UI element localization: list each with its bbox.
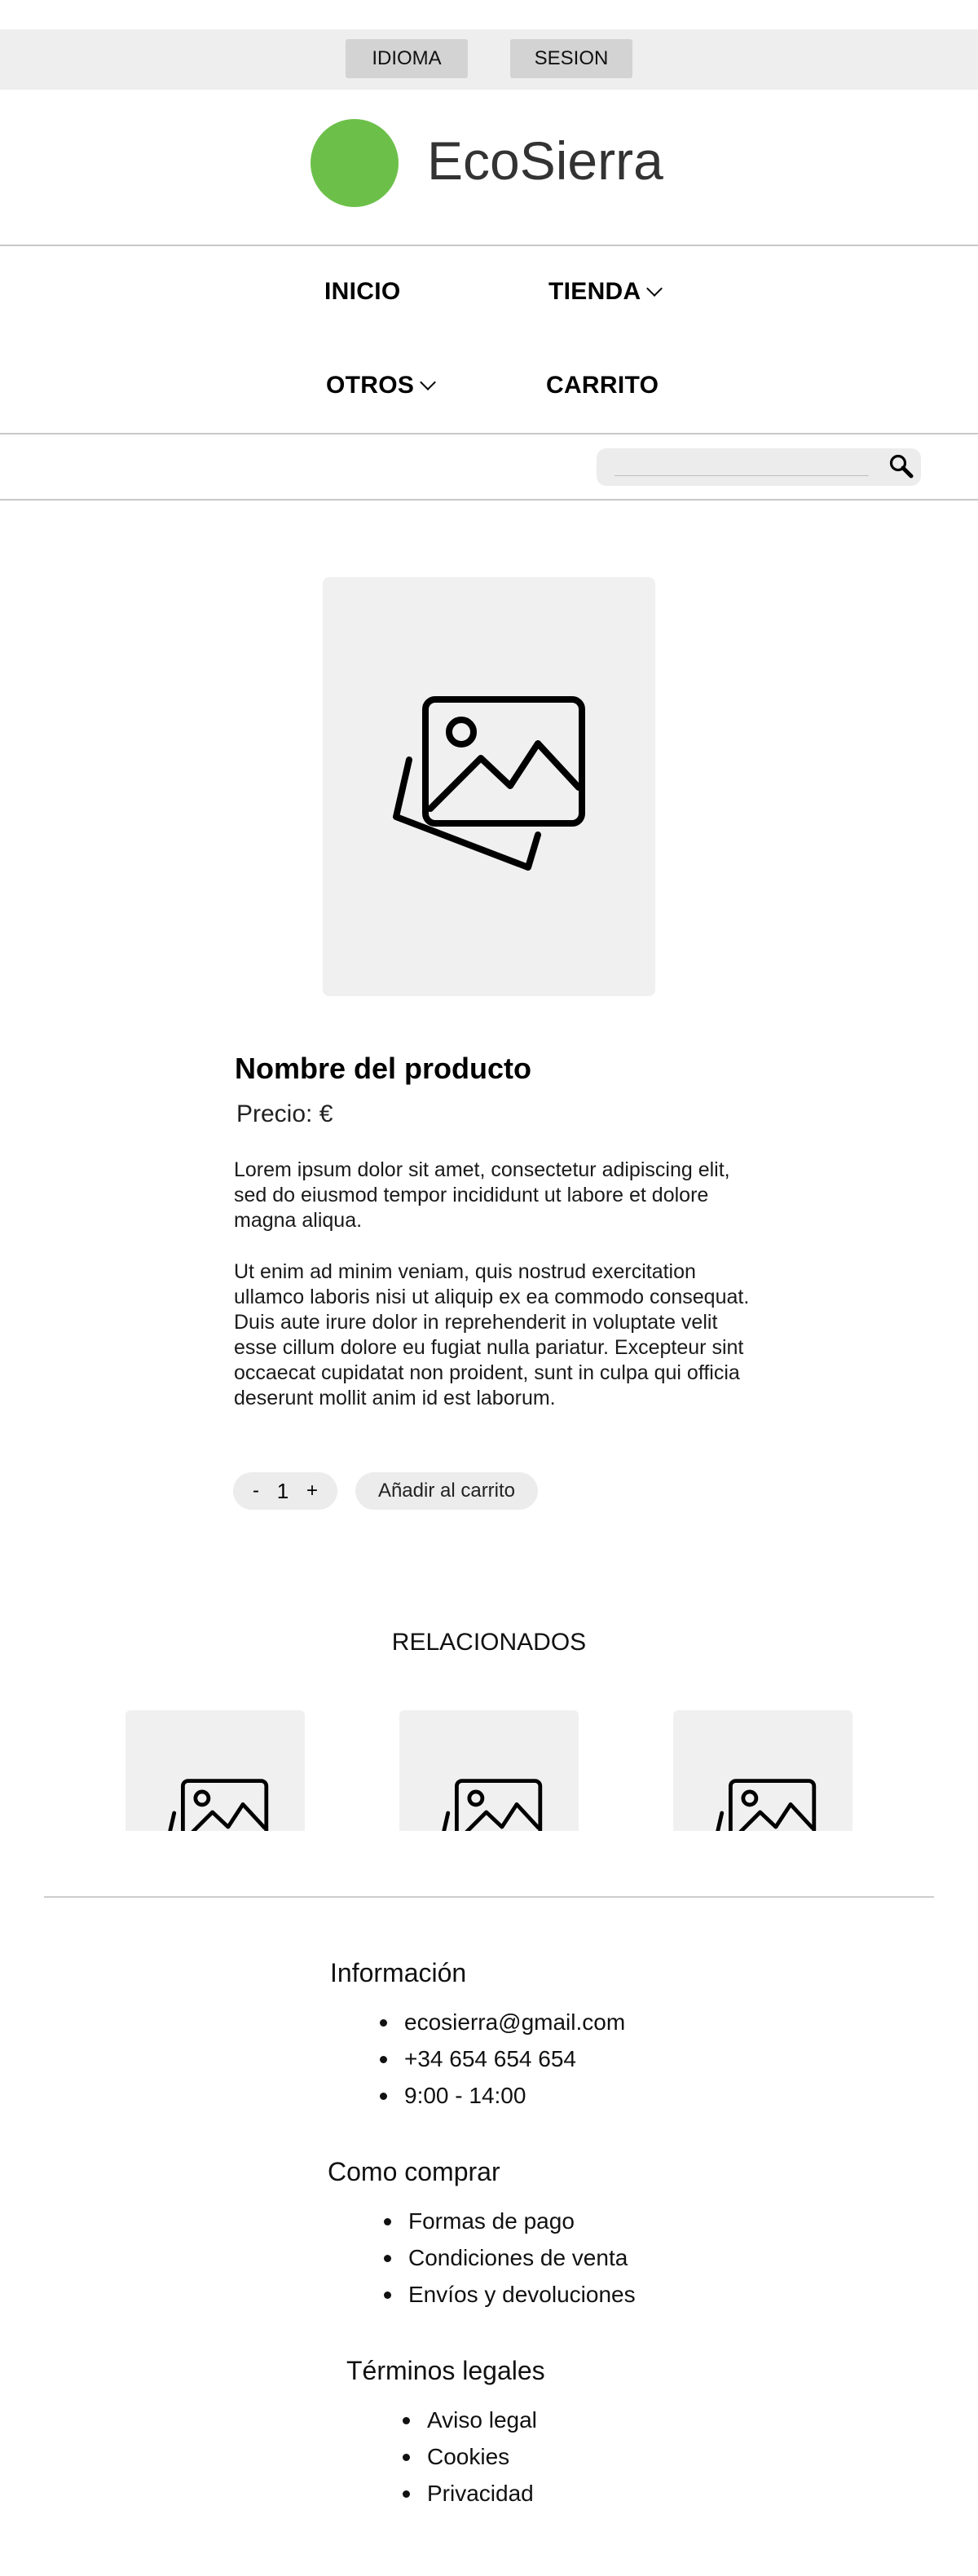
nav-inicio[interactable]: INICIO <box>324 274 400 310</box>
footer-hours: 9:00 - 14:00 <box>375 2077 625 2114</box>
footer-info-list: ecosierra@gmail.com +34 654 654 654 9:00… <box>375 2004 625 2114</box>
nav-otros-label: OTROS <box>326 372 415 399</box>
related-product-card[interactable] <box>673 1710 852 1831</box>
product-description-1: Lorem ipsum dolor sit amet, consectetur … <box>234 1158 730 1232</box>
product-price: Precio: € <box>236 1101 333 1127</box>
decrement-button[interactable]: - <box>253 1480 259 1502</box>
product-name: Nombre del producto <box>235 1052 532 1085</box>
image-placeholder-icon <box>168 1779 269 1831</box>
footer-link-payment[interactable]: Formas de pago <box>379 2203 636 2239</box>
chevron-down-icon <box>420 374 437 390</box>
footer-legal-list: Aviso legal Cookies Privacidad <box>398 2402 537 2512</box>
related-product-card[interactable] <box>126 1710 305 1831</box>
footer-link-legal-notice[interactable]: Aviso legal <box>398 2402 537 2438</box>
search-input[interactable] <box>615 457 869 476</box>
nav-tienda[interactable]: TIENDA <box>548 274 663 310</box>
footer-email[interactable]: ecosierra@gmail.com <box>375 2004 625 2040</box>
nav-inicio-label: INICIO <box>324 278 401 305</box>
brand-name[interactable]: EcoSierra <box>427 124 663 197</box>
related-product-card[interactable] <box>399 1710 579 1831</box>
footer-link-conditions[interactable]: Condiciones de venta <box>379 2239 636 2276</box>
logo[interactable] <box>311 119 399 207</box>
image-placeholder-icon <box>442 1779 543 1831</box>
language-button[interactable]: IDIOMA <box>346 39 468 78</box>
nav-otros[interactable]: OTROS <box>326 368 437 404</box>
nav-tienda-label: TIENDA <box>548 278 641 305</box>
search-icon[interactable] <box>887 452 916 481</box>
top-bar <box>0 29 978 90</box>
increment-button[interactable]: + <box>306 1480 318 1502</box>
chevron-down-icon <box>646 280 663 297</box>
product-description-2: Ut enim ad minim veniam, quis nostrud ex… <box>234 1260 750 1409</box>
footer-link-cookies[interactable]: Cookies <box>398 2438 537 2475</box>
session-button[interactable]: SESION <box>510 39 632 78</box>
footer-divider <box>44 1896 934 1898</box>
footer-link-shipping[interactable]: Envíos y devoluciones <box>379 2276 636 2313</box>
quantity-stepper: - 1 + <box>233 1472 337 1510</box>
header-divider <box>0 245 978 246</box>
product-image <box>323 577 655 996</box>
footer-howtobuy-list: Formas de pago Condiciones de venta Enví… <box>379 2203 636 2313</box>
footer-phone[interactable]: +34 654 654 654 <box>375 2040 625 2077</box>
related-title: RELACIONADOS <box>391 1629 587 1656</box>
image-placeholder-icon <box>393 696 585 871</box>
footer-howtobuy-title: Como comprar <box>328 2157 500 2186</box>
image-placeholder-icon <box>716 1779 817 1831</box>
footer-info-title: Información <box>330 1958 467 1987</box>
footer-legal-title: Términos legales <box>346 2356 545 2385</box>
nav-carrito[interactable]: CARRITO <box>546 368 659 404</box>
nav-carrito-label: CARRITO <box>546 372 659 399</box>
search-divider <box>0 499 978 501</box>
quantity-value[interactable]: 1 <box>277 1479 289 1504</box>
add-to-cart-button[interactable]: Añadir al carrito <box>355 1472 538 1510</box>
nav-divider <box>0 433 978 434</box>
footer-link-privacy[interactable]: Privacidad <box>398 2475 537 2512</box>
